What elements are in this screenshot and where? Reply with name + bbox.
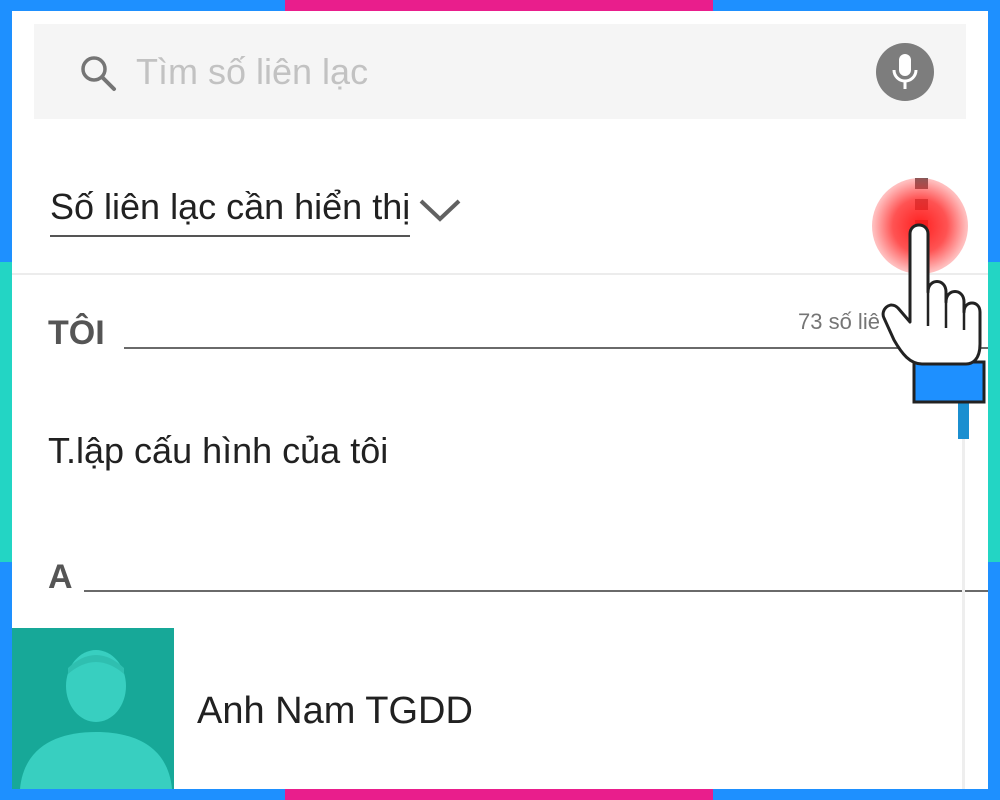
filter-label: Số liên lạc cần hiển thị	[50, 183, 411, 237]
contact-name: Anh Nam TGDD	[197, 690, 473, 732]
section-divider-a	[84, 590, 988, 592]
frame-bottom-accent	[285, 789, 713, 800]
section-header-a: A	[48, 558, 73, 596]
contact-count: 73 số liê	[798, 309, 880, 334]
contact-list-item[interactable]: Anh Nam TGDD	[12, 628, 962, 789]
search-icon[interactable]	[78, 53, 118, 93]
section-divider-me	[124, 347, 988, 349]
search-input[interactable]	[136, 50, 836, 94]
avatar	[12, 628, 174, 789]
frame-top-accent	[285, 0, 713, 11]
microphone-icon	[892, 54, 918, 89]
header-divider	[12, 273, 988, 275]
person-silhouette-icon	[20, 650, 172, 789]
chevron-down-icon	[419, 199, 461, 222]
pointing-hand-icon	[881, 223, 986, 404]
setup-my-profile[interactable]: T.lập cấu hình của tôi	[48, 430, 388, 472]
voice-search-button[interactable]	[876, 43, 934, 101]
contacts-filter-dropdown[interactable]: Số liên lạc cần hiển thị	[50, 183, 462, 239]
section-header-me: TÔI	[48, 314, 105, 352]
frame-left-accent	[0, 262, 12, 562]
